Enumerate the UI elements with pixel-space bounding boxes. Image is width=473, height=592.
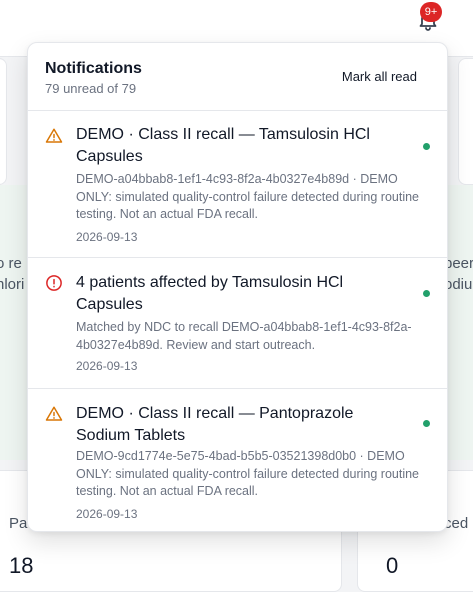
stat-value: 18 xyxy=(9,553,34,578)
notifications-panel: Notifications 79 unread of 79 Mark all r… xyxy=(27,42,448,532)
notification-date: 2026-09-13 xyxy=(76,359,138,373)
warning-triangle-icon xyxy=(45,128,63,143)
unread-indicator xyxy=(423,290,430,297)
notification-body: DEMO-a04bbab8-1ef1-4c93-8f2a-4b0327e4b89… xyxy=(76,172,420,221)
warning-triangle-icon xyxy=(45,406,63,421)
background-text: nlori xyxy=(0,276,25,293)
background-card-left xyxy=(0,58,7,185)
notification-item[interactable]: 4 patients affected by Tamsulosin HCl Ca… xyxy=(28,258,447,389)
background-text: odiu xyxy=(444,276,473,293)
notification-item[interactable]: DEMO · Class II recall — Tamsulosin HCl … xyxy=(28,110,447,258)
unread-indicator xyxy=(423,143,430,150)
notification-date: 2026-09-13 xyxy=(76,507,138,521)
stat-value: 0 xyxy=(386,553,399,578)
notification-date: 2026-09-13 xyxy=(76,230,138,244)
notification-title: DEMO · Class II recall — Pantoprazole So… xyxy=(76,405,354,444)
notifications-header: Notifications 79 unread of 79 Mark all r… xyxy=(28,43,447,111)
mark-all-read-button[interactable]: Mark all read xyxy=(342,69,417,84)
notifications-title: Notifications xyxy=(45,60,142,77)
notification-title: DEMO · Class II recall — Tamsulosin HCl … xyxy=(76,126,370,165)
background-text: beer xyxy=(444,255,473,272)
unread-count: 79 unread of 79 xyxy=(45,81,137,96)
alert-circle-icon xyxy=(46,275,62,291)
notification-body: Matched by NDC to recall DEMO-a04bbab8-1… xyxy=(76,320,412,352)
unread-indicator xyxy=(423,420,430,427)
background-card-right xyxy=(458,58,473,185)
notification-title: 4 patients affected by Tamsulosin HCl Ca… xyxy=(76,274,344,313)
notification-body: DEMO-9cd1774e-5e75-4bad-b5b5-03521398d0b… xyxy=(76,449,420,498)
notification-item[interactable]: DEMO · Class II recall — Pantoprazole So… xyxy=(28,389,447,531)
background-text: o re xyxy=(0,255,22,272)
notification-count-badge: 9+ xyxy=(420,2,442,22)
